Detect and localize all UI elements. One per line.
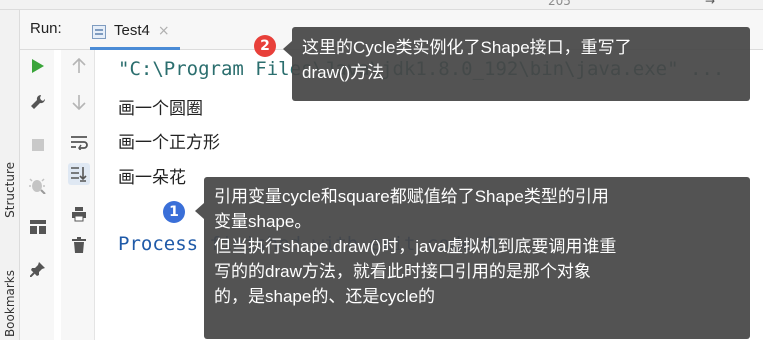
annotation-text: 但当执行shape.draw()时，java虚拟机到底要调用谁重 <box>214 237 617 256</box>
console-output-line: 画一朵花 <box>118 168 186 188</box>
structure-tab[interactable]: Structure <box>1 145 19 235</box>
run-toolbar-primary <box>20 50 54 340</box>
editor-fragment-arrow: → <box>705 0 716 8</box>
annotation-text: 的，是shape的、还是cycle的 <box>214 287 436 306</box>
console-output-line: 画一个正方形 <box>118 133 220 153</box>
scroll-to-end-icon[interactable] <box>68 163 90 185</box>
bookmarks-tab-label: Bookmarks <box>3 270 17 338</box>
layout-icon[interactable] <box>27 216 49 238</box>
pin-icon[interactable] <box>27 258 49 280</box>
close-icon[interactable]: × <box>158 23 170 39</box>
trash-icon[interactable] <box>68 234 90 256</box>
run-icon[interactable] <box>27 55 49 77</box>
run-panel-title: Run: <box>30 20 62 37</box>
annotation-callout-2: 这里的Cycle类实例化了Shape接口，重写了 draw()方法 <box>283 27 750 101</box>
down-arrow-icon[interactable] <box>68 91 90 113</box>
structure-tab-label: Structure <box>3 162 17 218</box>
annotation-callout-1: 引用变量cycle和square都赋值给了Shape类型的引用 变量shape。… <box>195 177 750 339</box>
bookmarks-tab[interactable]: Bookmarks <box>1 258 19 340</box>
annotation-badge-1: 1 <box>163 201 185 223</box>
wrench-icon[interactable] <box>27 91 49 113</box>
tab-test4-label: Test4 <box>114 22 150 39</box>
run-toolbar-secondary <box>61 50 95 340</box>
editor-tabs-strip: 205 → <box>0 0 763 10</box>
annotation-badge-2: 2 <box>254 35 276 57</box>
annotation-text: draw()方法 <box>302 63 385 82</box>
tab-test4[interactable]: Test4 × <box>90 14 180 50</box>
console-file-icon <box>92 25 106 39</box>
annotation-text: 变量shape。 <box>214 212 312 231</box>
up-arrow-icon[interactable] <box>68 55 90 77</box>
debug-icon[interactable] <box>27 174 49 196</box>
console-output-line: 画一个圆圈 <box>118 99 203 119</box>
annotation-text: 写的的draw方法，就看此时接口引用的是那个对象 <box>214 262 591 281</box>
editor-fragment-text: 205 <box>548 0 571 8</box>
stop-icon[interactable] <box>27 134 49 156</box>
soft-wrap-icon[interactable] <box>68 131 90 153</box>
side-tool-stripe: Structure Bookmarks <box>0 10 20 340</box>
print-icon[interactable] <box>68 203 90 225</box>
annotation-text: 引用变量cycle和square都赋值给了Shape类型的引用 <box>214 187 609 206</box>
annotation-text: 这里的Cycle类实例化了Shape接口，重写了 <box>302 38 632 57</box>
